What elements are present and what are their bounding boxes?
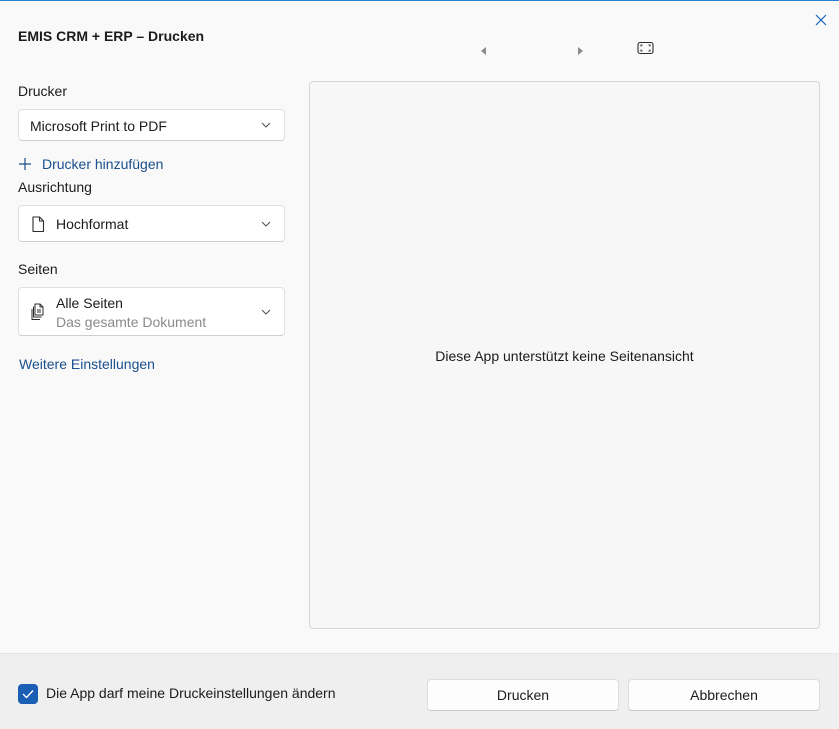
triangle-left-icon bbox=[481, 47, 486, 55]
pages-label: Seiten bbox=[18, 261, 58, 277]
orientation-select[interactable]: Hochformat bbox=[18, 205, 285, 242]
allow-changes-checkbox[interactable] bbox=[18, 684, 38, 704]
chevron-down-icon bbox=[261, 122, 271, 128]
preview-toolbar bbox=[475, 41, 665, 57]
print-preview: Diese App unterstützt keine Seitenansich… bbox=[309, 81, 820, 629]
print-button[interactable]: Drucken bbox=[427, 679, 619, 711]
chevron-down-icon bbox=[261, 309, 271, 315]
print-dialog: EMIS CRM + ERP – Drucken Drucker Microso… bbox=[0, 0, 839, 729]
page-icon bbox=[32, 216, 45, 233]
orientation-value: Hochformat bbox=[56, 216, 129, 232]
add-printer-label: Drucker hinzufügen bbox=[42, 156, 164, 172]
orientation-label: Ausrichtung bbox=[18, 179, 92, 195]
printer-select[interactable]: Microsoft Print to PDF bbox=[18, 109, 285, 141]
printer-value: Microsoft Print to PDF bbox=[30, 118, 167, 134]
printer-label: Drucker bbox=[18, 83, 68, 99]
plus-icon bbox=[19, 158, 31, 170]
allow-changes-label: Die App darf meine Druckeinstellungen än… bbox=[46, 685, 336, 701]
cancel-button[interactable]: Abbrechen bbox=[628, 679, 820, 711]
dialog-title: EMIS CRM + ERP – Drucken bbox=[18, 28, 205, 44]
dialog-footer: Die App darf meine Druckeinstellungen än… bbox=[0, 653, 839, 729]
fit-to-window-button[interactable] bbox=[637, 41, 654, 58]
checkmark-icon bbox=[22, 690, 34, 699]
add-printer-link[interactable]: Drucker hinzufügen bbox=[18, 156, 163, 172]
pages-select[interactable]: Alle Seiten Das gesamte Dokument bbox=[18, 287, 285, 336]
multi-page-icon bbox=[31, 303, 44, 320]
pages-subtext: Das gesamte Dokument bbox=[56, 314, 207, 330]
triangle-right-icon bbox=[578, 47, 583, 55]
pages-value: Alle Seiten bbox=[56, 295, 123, 311]
preview-message: Diese App unterstützt keine Seitenansich… bbox=[435, 348, 694, 364]
fit-to-window-icon bbox=[637, 41, 654, 55]
close-button[interactable] bbox=[810, 9, 832, 31]
chevron-down-icon bbox=[261, 221, 271, 227]
more-settings-link[interactable]: Weitere Einstellungen bbox=[19, 356, 155, 372]
close-icon bbox=[815, 14, 827, 26]
next-page-button[interactable] bbox=[576, 43, 584, 59]
previous-page-button[interactable] bbox=[480, 43, 488, 59]
